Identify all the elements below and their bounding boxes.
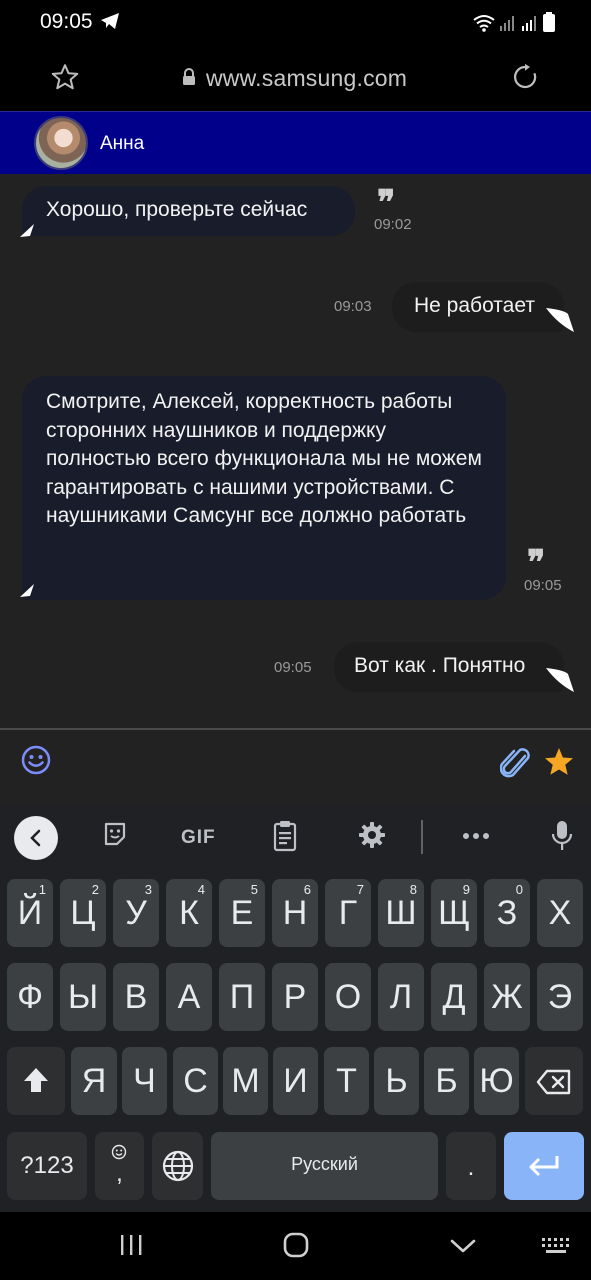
globe-icon xyxy=(162,1150,194,1182)
key[interactable]: С xyxy=(173,1047,218,1115)
home-icon[interactable] xyxy=(283,1232,309,1258)
key[interactable]: Ц2 xyxy=(60,879,106,947)
message-text: Вот как . Понятно xyxy=(354,654,526,677)
shift-key[interactable] xyxy=(7,1047,65,1115)
bubble-tail xyxy=(20,224,34,237)
key[interactable]: А xyxy=(166,963,212,1031)
message-list[interactable]: Хорошо, проверьте сейчас ❞ 09:02 09:03 Н… xyxy=(0,174,591,728)
key[interactable]: У3 xyxy=(113,879,159,947)
key[interactable]: Ф xyxy=(7,963,53,1031)
key[interactable]: Ю xyxy=(474,1047,519,1115)
shift-arrow-icon xyxy=(24,1068,48,1092)
key[interactable]: К4 xyxy=(166,879,212,947)
key[interactable]: Й1 xyxy=(7,879,53,947)
message-input-area[interactable] xyxy=(0,728,591,806)
battery-icon xyxy=(543,12,555,32)
key[interactable]: Г7 xyxy=(325,879,371,947)
key[interactable]: Ч xyxy=(122,1047,167,1115)
read-receipt-icon: ❞ xyxy=(377,183,396,223)
key[interactable]: З0 xyxy=(484,879,530,947)
contact-name: Анна xyxy=(100,133,145,154)
key[interactable]: Т xyxy=(324,1047,369,1115)
clipboard-icon[interactable] xyxy=(271,820,299,852)
key[interactable]: В xyxy=(113,963,159,1031)
message-time: 09:05 xyxy=(274,659,312,676)
key[interactable]: Щ9 xyxy=(431,879,477,947)
recent-apps-icon[interactable] xyxy=(119,1234,143,1256)
status-icons xyxy=(473,12,555,32)
sticker-icon[interactable] xyxy=(101,820,129,848)
lock-icon xyxy=(183,68,195,85)
key[interactable]: Ж xyxy=(484,963,530,1031)
bubble-tail xyxy=(20,584,34,597)
browser-url-bar: www.samsung.com xyxy=(0,44,591,111)
key[interactable]: Х xyxy=(537,879,583,947)
bubble-tail xyxy=(546,668,574,692)
backspace-icon xyxy=(536,1069,571,1095)
emoji-icon[interactable] xyxy=(20,744,52,776)
message-bubble-in[interactable]: Хорошо, проверьте сейчас xyxy=(22,186,355,236)
message-time: 09:05 xyxy=(524,577,562,594)
key[interactable]: Е5 xyxy=(219,879,265,947)
back-chevron-icon[interactable] xyxy=(450,1238,476,1254)
bubble-tail xyxy=(546,308,574,332)
message-bubble-in[interactable]: Смотрите, Алексей, корректность работы с… xyxy=(22,376,506,600)
favorite-star-icon[interactable] xyxy=(543,746,575,778)
keyboard-hide-icon[interactable] xyxy=(540,1236,572,1256)
signal-icon-2 xyxy=(522,16,536,31)
language-key[interactable] xyxy=(152,1132,203,1200)
contact-avatar[interactable] xyxy=(34,116,88,170)
key[interactable]: Ы xyxy=(60,963,106,1031)
status-time: 09:05 xyxy=(40,10,93,33)
microphone-icon[interactable] xyxy=(551,820,573,852)
gif-button[interactable]: GIF xyxy=(181,827,216,849)
key[interactable]: Н6 xyxy=(272,879,318,947)
key[interactable]: М xyxy=(223,1047,268,1115)
toolbar-divider xyxy=(421,820,423,854)
more-icon[interactable] xyxy=(462,832,490,840)
key[interactable]: О xyxy=(325,963,371,1031)
attach-icon[interactable] xyxy=(500,746,532,782)
key[interactable]: Я xyxy=(71,1047,117,1115)
system-nav-bar xyxy=(0,1212,591,1280)
read-receipt-icon: ❞ xyxy=(527,543,546,583)
space-bar[interactable]: Русский xyxy=(211,1132,438,1200)
telegram-icon xyxy=(101,13,119,29)
chat-header: Анна xyxy=(0,111,591,174)
key[interactable]: Б xyxy=(424,1047,469,1115)
key[interactable]: Д xyxy=(431,963,477,1031)
backspace-key[interactable] xyxy=(525,1047,583,1115)
status-bar: 09:05 xyxy=(0,0,591,44)
key[interactable]: Ь xyxy=(374,1047,419,1115)
keyboard-toolbar: GIF xyxy=(0,806,591,868)
message-bubble-out[interactable]: Не работает xyxy=(392,282,564,332)
wifi-icon xyxy=(473,15,495,32)
keyboard-back-button[interactable] xyxy=(14,816,58,860)
bookmark-star-icon[interactable] xyxy=(50,62,80,92)
keyboard: GIF Й1 Ц2 У3 К 4 Е 5 Н 6 Г 7 Ш 8 Щ 9 З 0… xyxy=(0,806,591,1212)
message-text: Не работает xyxy=(414,294,535,317)
key[interactable]: Ш8 xyxy=(378,879,424,947)
message-time: 09:02 xyxy=(374,216,412,233)
enter-key[interactable] xyxy=(504,1132,584,1200)
symbols-key[interactable]: ?123 xyxy=(7,1132,87,1200)
key[interactable]: П xyxy=(219,963,265,1031)
url-text[interactable]: www.samsung.com xyxy=(206,65,407,92)
key[interactable]: Л xyxy=(378,963,424,1031)
emoji-comma-key[interactable]: , xyxy=(95,1132,144,1200)
period-key[interactable]: . xyxy=(446,1132,496,1200)
message-time: 09:03 xyxy=(334,298,372,315)
message-text: Хорошо, проверьте сейчас xyxy=(46,198,308,221)
reload-icon[interactable] xyxy=(510,62,540,92)
chevron-left-icon xyxy=(30,829,41,847)
enter-arrow-icon xyxy=(529,1156,559,1177)
signal-icon xyxy=(500,16,514,31)
key[interactable]: И xyxy=(273,1047,318,1115)
key[interactable]: Э xyxy=(537,963,583,1031)
settings-gear-icon[interactable] xyxy=(357,820,387,850)
message-bubble-out[interactable]: Вот как . Понятно xyxy=(334,642,564,692)
message-text: Смотрите, Алексей, корректность работы с… xyxy=(46,390,482,527)
emoji-small-icon xyxy=(111,1144,127,1160)
key[interactable]: Р xyxy=(272,963,318,1031)
